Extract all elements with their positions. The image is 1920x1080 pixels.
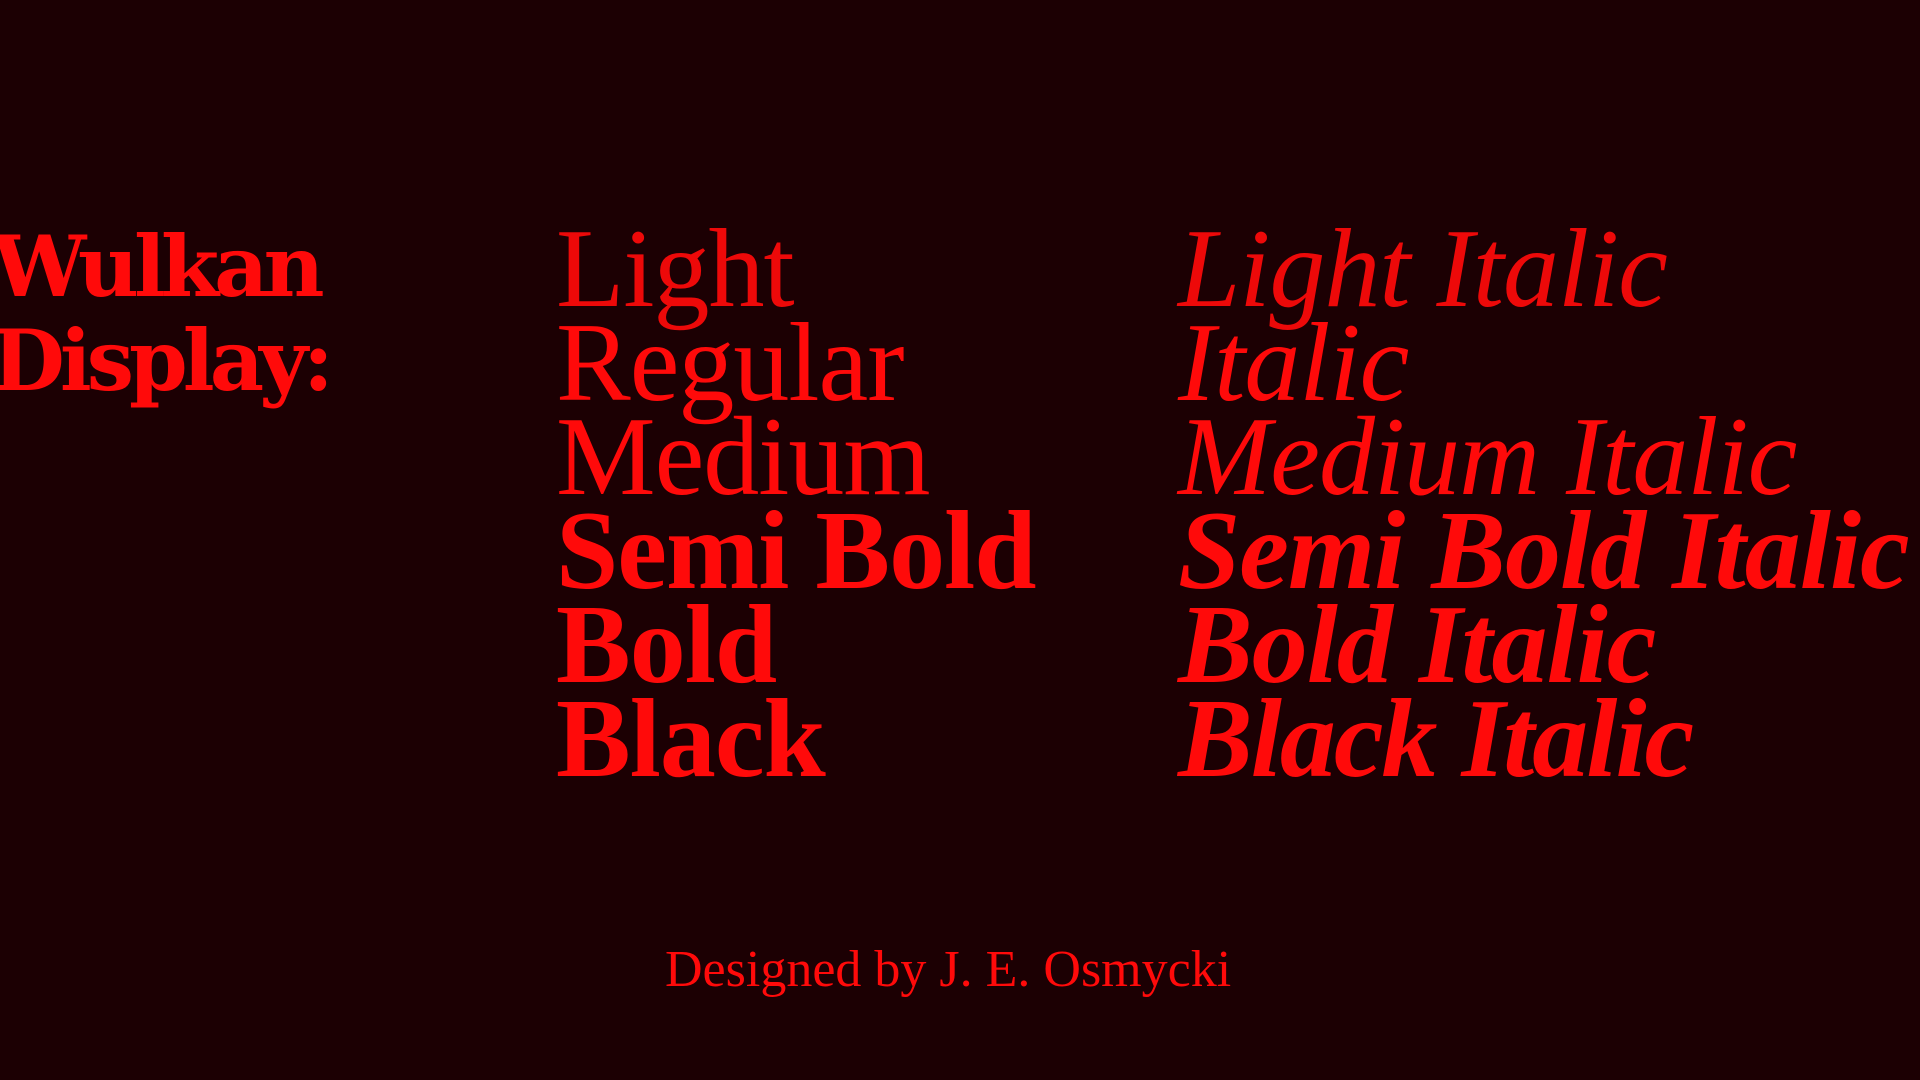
typeface-title-line-1: Wulkan	[0, 217, 325, 316]
typeface-title: Wulkan Display:	[0, 217, 334, 410]
designer-credit: Designed by J. E. Osmycki	[665, 941, 1232, 998]
typeface-title-line-2: Display:	[0, 311, 334, 410]
style-black: Black	[556, 677, 826, 801]
specimen-canvas: Wulkan Display: Light Regular Medium Sem…	[0, 0, 1920, 1080]
roman-styles-list: Light Regular Medium Semi Bold Bold Blac…	[556, 207, 1037, 801]
style-light: Light	[556, 207, 795, 331]
style-light-italic: Light Italic	[1178, 207, 1668, 331]
italic-styles-list: Light Italic Italic Medium Italic Semi B…	[1178, 207, 1910, 801]
style-black-italic: Black Italic	[1178, 677, 1694, 801]
